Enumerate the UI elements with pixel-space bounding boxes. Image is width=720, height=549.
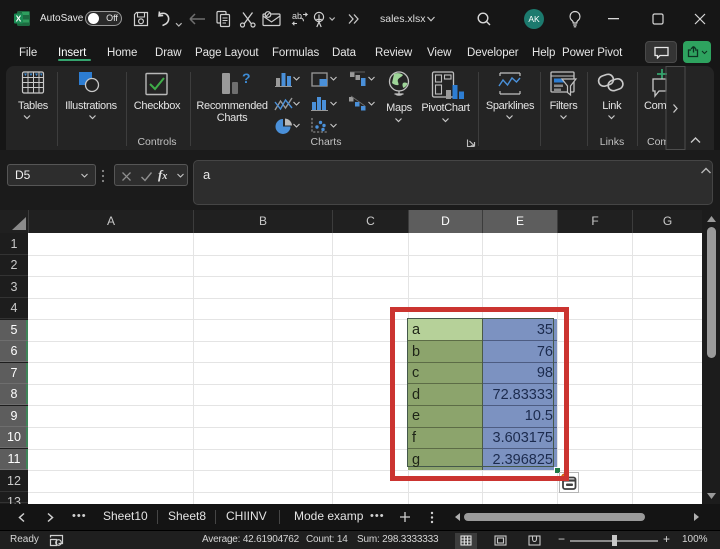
svg-text:ab: ab	[292, 11, 302, 21]
svg-text:?: ?	[242, 70, 251, 86]
svg-text:X: X	[16, 14, 22, 24]
